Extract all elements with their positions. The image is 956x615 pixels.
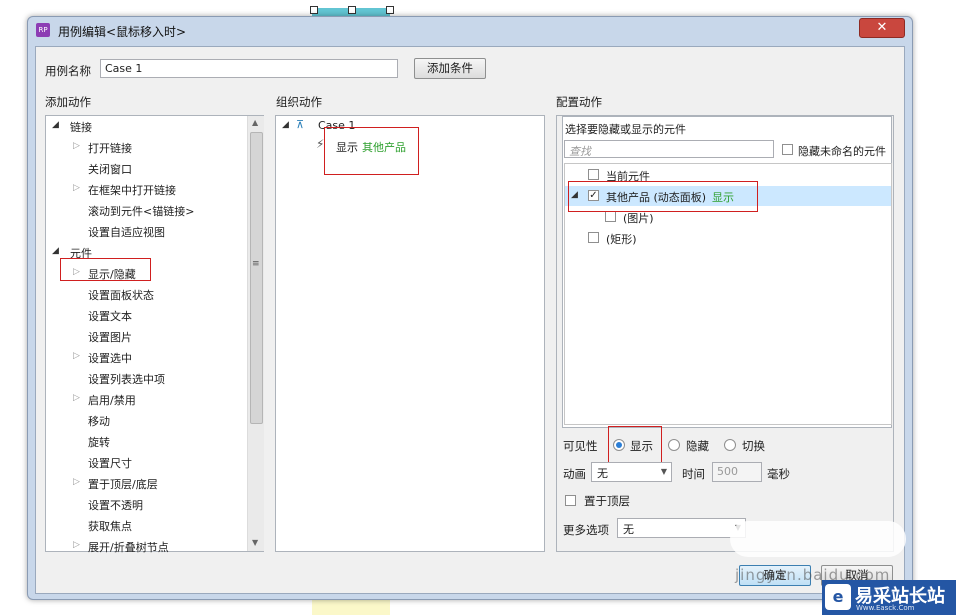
rectangle-widget-checkbox[interactable] — [588, 232, 599, 243]
bring-to-front-label: 置于顶层 — [584, 494, 630, 508]
widget-list: 当前元件 ◢ ✓ 其他产品 (动态面板) 显示 (图片) (矩形) — [564, 163, 892, 425]
tree-group-links[interactable]: 链接 — [70, 119, 92, 135]
time-unit-label: 毫秒 — [767, 467, 790, 481]
time-label: 时间 — [682, 467, 705, 481]
selection-handle[interactable] — [310, 6, 318, 14]
add-action-tree: ▲ ≡ ▼ ◢ 链接 ▷ 打开链接 关闭窗口 ▷ 在框架中打开链接 滚动到元件<… — [45, 115, 264, 555]
add-condition-button[interactable]: 添加条件 — [414, 58, 486, 79]
selection-handle[interactable] — [348, 6, 356, 14]
tree-item-set-image[interactable]: 设置图片 — [88, 329, 132, 345]
scroll-up-icon[interactable]: ▲ — [252, 118, 258, 127]
chevron-down-icon: ▼ — [660, 467, 667, 476]
tree-item-open-in-frame[interactable]: 在框架中打开链接 — [88, 182, 176, 198]
more-options-value: 无 — [623, 523, 634, 536]
current-widget-checkbox[interactable] — [588, 169, 599, 180]
tree-item-set-list-selection[interactable]: 设置列表选中项 — [88, 371, 165, 387]
dialog-body: 用例名称 Case 1 添加条件 添加动作 组织动作 配置动作 ▲ ≡ ▼ ◢ … — [35, 46, 905, 594]
background-note — [312, 598, 390, 615]
highlight-box — [608, 426, 662, 463]
hide-unnamed-label: 隐藏未命名的元件 — [798, 145, 886, 158]
configure-action-panel: 选择要隐藏或显示的元件 查找 隐藏未命名的元件 当前元件 ◢ ✓ 其他产品 (动… — [556, 115, 894, 552]
more-options-label: 更多选项 — [563, 523, 609, 537]
close-button[interactable]: ✕ — [859, 18, 905, 38]
tree-item-set-selected[interactable]: 设置选中 — [88, 350, 132, 366]
animation-label: 动画 — [563, 467, 586, 481]
expanded-arrow-icon[interactable]: ◢ — [282, 120, 289, 130]
visibility-hide-radio[interactable] — [668, 439, 680, 451]
visibility-label: 可见性 — [563, 439, 598, 453]
selection-handle[interactable] — [386, 6, 394, 14]
image-widget-label[interactable]: (图片) — [623, 210, 654, 226]
tree-item-set-size[interactable]: 设置尺寸 — [88, 455, 132, 471]
highlight-box — [60, 258, 151, 281]
tree-item-set-text[interactable]: 设置文本 — [88, 308, 132, 324]
dialog-title: 用例编辑<鼠标移入时> — [58, 25, 187, 39]
title-bar: RP 用例编辑<鼠标移入时> ✕ — [28, 17, 912, 45]
hide-unnamed-checkbox[interactable] — [782, 144, 793, 155]
visibility-toggle-radio[interactable] — [724, 439, 736, 451]
collapsed-arrow-icon[interactable]: ▷ — [73, 393, 80, 403]
case-editor-dialog: RP 用例编辑<鼠标移入时> ✕ 用例名称 Case 1 添加条件 添加动作 组… — [27, 16, 913, 600]
more-options-select[interactable]: 无 ▼ — [617, 518, 746, 538]
collapsed-arrow-icon[interactable]: ▷ — [73, 141, 80, 151]
tree-item-scroll-to-widget[interactable]: 滚动到元件<锚链接> — [88, 203, 194, 219]
collapsed-arrow-icon[interactable]: ▷ — [73, 477, 80, 487]
collapsed-arrow-icon[interactable]: ▷ — [73, 183, 80, 193]
tree-item-set-opacity[interactable]: 设置不透明 — [88, 497, 143, 513]
expanded-arrow-icon[interactable]: ◢ — [52, 246, 59, 256]
visibility-hide-label[interactable]: 隐藏 — [686, 438, 709, 454]
tree-item-rotate[interactable]: 旋转 — [88, 434, 110, 450]
tree-item-focus[interactable]: 获取焦点 — [88, 518, 132, 534]
time-input[interactable]: 500 — [712, 462, 762, 482]
organize-action-header: 组织动作 — [276, 95, 322, 109]
scroll-down-icon[interactable]: ▼ — [252, 538, 258, 547]
tree-item-bring-front-back[interactable]: 置于顶层/底层 — [88, 476, 158, 492]
tree-item-set-panel-state[interactable]: 设置面板状态 — [88, 287, 154, 303]
site-logo-icon: e — [825, 584, 851, 610]
animation-select[interactable]: 无 ▼ — [591, 462, 672, 482]
site-badge: e 易采站长站 Www.Easck.Com — [822, 580, 956, 615]
site-url: Www.Easck.Com — [856, 604, 915, 612]
widget-search-input[interactable]: 查找 — [564, 140, 774, 158]
tree-item-close-window[interactable]: 关闭窗口 — [88, 161, 132, 177]
case-node-icon: ⊼ — [296, 118, 305, 131]
grip-icon: ≡ — [252, 259, 260, 269]
case-name-label: 用例名称 — [45, 64, 91, 78]
rectangle-widget-label[interactable]: (矩形) — [606, 231, 637, 247]
scrollbar[interactable]: ▲ ≡ ▼ — [247, 116, 264, 551]
case-name-input[interactable]: Case 1 — [100, 59, 398, 78]
animation-value: 无 — [597, 467, 608, 480]
tree-item-open-link[interactable]: 打开链接 — [88, 140, 132, 156]
collapsed-arrow-icon[interactable]: ▷ — [73, 540, 80, 550]
tree-item-move[interactable]: 移动 — [88, 413, 110, 429]
highlight-box — [324, 127, 419, 175]
collapsed-arrow-icon[interactable]: ▷ — [73, 351, 80, 361]
widget-selector: 选择要隐藏或显示的元件 查找 隐藏未命名的元件 当前元件 ◢ ✓ 其他产品 (动… — [562, 116, 892, 428]
highlight-box — [568, 181, 758, 212]
image-widget-checkbox[interactable] — [605, 211, 616, 222]
axure-app-icon: RP — [36, 23, 50, 37]
watermark-blur — [730, 521, 906, 557]
tree-item-enable-disable[interactable]: 启用/禁用 — [88, 392, 136, 408]
tree-item-expand-collapse[interactable]: 展开/折叠树节点 — [88, 539, 169, 555]
expanded-arrow-icon[interactable]: ◢ — [52, 120, 59, 130]
organize-action-tree: ◢ ⊼ Case 1 ⚡ 显示 其他产品 — [275, 115, 545, 552]
select-widgets-prompt: 选择要隐藏或显示的元件 — [565, 123, 686, 136]
scroll-thumb[interactable] — [250, 132, 263, 424]
configure-action-header: 配置动作 — [556, 95, 602, 109]
add-action-header: 添加动作 — [45, 95, 91, 109]
bring-to-front-checkbox[interactable] — [565, 495, 576, 506]
tree-item-set-adaptive-view[interactable]: 设置自适应视图 — [88, 224, 165, 240]
visibility-toggle-label[interactable]: 切换 — [742, 438, 765, 454]
